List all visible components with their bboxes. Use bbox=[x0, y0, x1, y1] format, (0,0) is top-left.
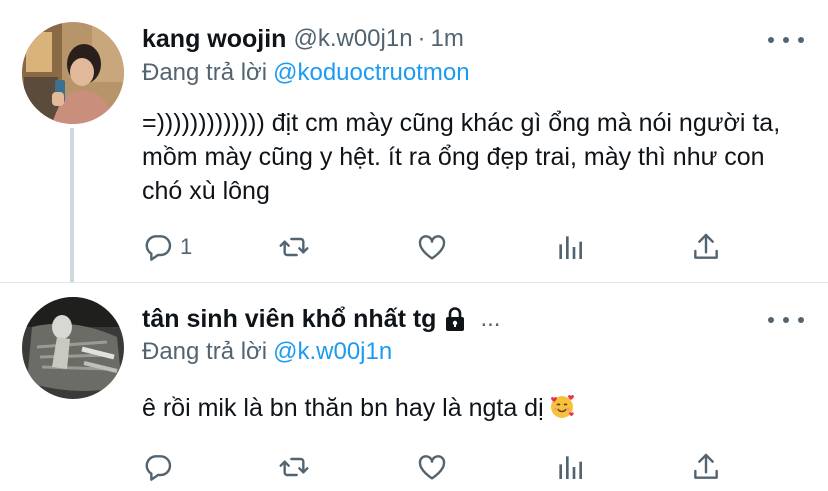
replying-to-mention[interactable]: @koduoctruotmon bbox=[273, 59, 469, 86]
replying-to: Đang trả lời @koduoctruotmon bbox=[142, 59, 470, 87]
reply-icon bbox=[145, 455, 172, 481]
tweet-actions: 1 bbox=[142, 230, 742, 264]
retweet-icon bbox=[279, 457, 309, 477]
reply-count: 1 bbox=[180, 234, 193, 259]
name-truncation: ... bbox=[480, 305, 501, 332]
analytics-icon bbox=[559, 236, 582, 259]
analytics-button[interactable] bbox=[554, 230, 586, 264]
tweet-header: tân sinh viên khổ nhất tg ... bbox=[142, 302, 500, 336]
share-icon bbox=[694, 453, 718, 479]
share-button[interactable] bbox=[690, 450, 722, 484]
timestamp[interactable]: 1m bbox=[431, 25, 464, 53]
reply-icon bbox=[145, 235, 172, 261]
more-options-icon[interactable] bbox=[768, 30, 804, 50]
lock-icon bbox=[446, 307, 465, 331]
analytics-button[interactable] bbox=[554, 450, 586, 484]
separator: · bbox=[417, 25, 426, 52]
reply-button[interactable]: 1 bbox=[142, 230, 192, 264]
smiling-face-with-hearts-emoji bbox=[550, 395, 574, 418]
user-handle[interactable]: @k.w00j1n bbox=[293, 25, 412, 53]
display-name[interactable]: kang woojin bbox=[142, 25, 286, 54]
tweet-text: ê rồi mik là bn thăn bn hay là ngta dị bbox=[142, 394, 544, 422]
share-button[interactable] bbox=[690, 230, 722, 264]
analytics-icon bbox=[559, 456, 582, 479]
tweet-text-container: ê rồi mik là bn thăn bn hay là ngta dị bbox=[142, 391, 802, 425]
tweet-text: =))))))))))))) địt cm mày cũng khác gì ổ… bbox=[142, 109, 781, 205]
share-icon bbox=[694, 233, 718, 259]
tweet-reply-2[interactable]: tân sinh viên khổ nhất tg ... Đang trả l… bbox=[0, 283, 828, 491]
avatar[interactable] bbox=[22, 297, 124, 399]
like-button[interactable] bbox=[416, 450, 448, 484]
retweet-button[interactable] bbox=[278, 230, 310, 264]
tweet-actions bbox=[142, 450, 742, 484]
reply-button[interactable] bbox=[142, 450, 180, 484]
retweet-button[interactable] bbox=[278, 450, 310, 484]
avatar[interactable] bbox=[22, 22, 124, 124]
thread-line bbox=[70, 128, 74, 282]
like-icon bbox=[418, 235, 446, 260]
like-icon bbox=[418, 455, 446, 480]
tweet-header: kang woojin @k.w00j1n · 1m bbox=[142, 22, 464, 56]
display-name[interactable]: tân sinh viên khổ nhất tg bbox=[142, 305, 436, 334]
replying-to: Đang trả lời @k.w00j1n bbox=[142, 338, 392, 366]
replying-prefix: Đang trả lời bbox=[142, 59, 268, 86]
like-button[interactable] bbox=[416, 230, 448, 264]
replying-to-mention[interactable]: @k.w00j1n bbox=[273, 338, 392, 365]
replying-prefix: Đang trả lời bbox=[142, 338, 268, 365]
more-options-icon[interactable] bbox=[768, 310, 804, 330]
retweet-icon bbox=[279, 237, 309, 257]
tweet-reply-1[interactable]: kang woojin @k.w00j1n · 1m Đang trả lời @… bbox=[0, 0, 828, 282]
